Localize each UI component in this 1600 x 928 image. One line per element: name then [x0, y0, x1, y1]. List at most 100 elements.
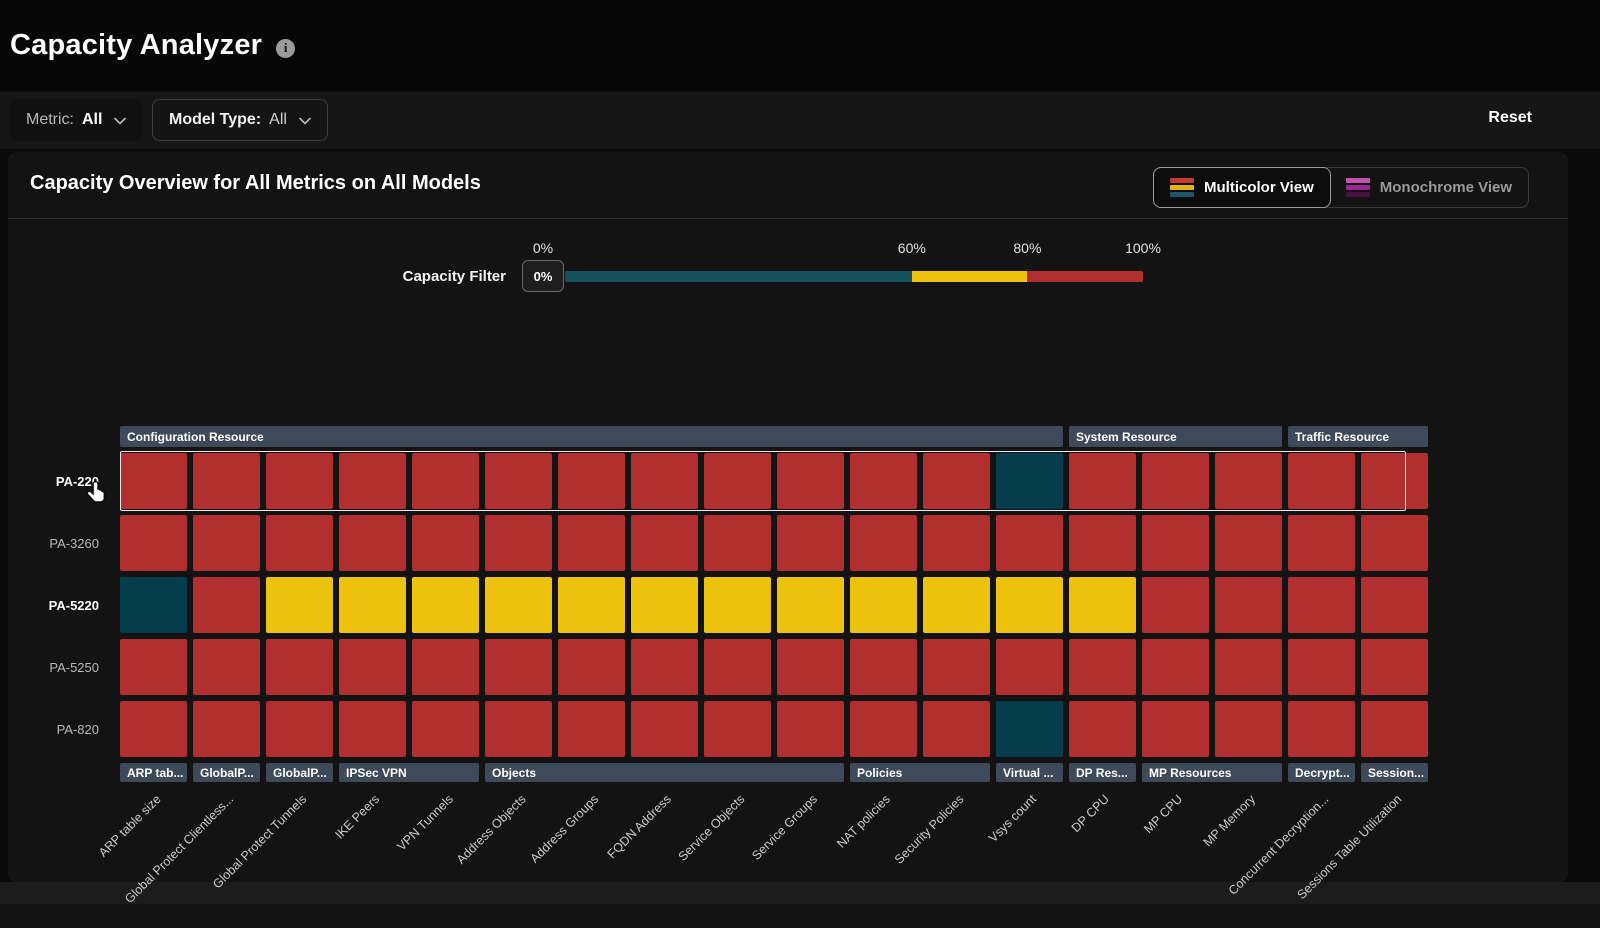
heatmap-cell[interactable]	[266, 577, 333, 633]
heatmap-cell[interactable]	[412, 639, 479, 695]
heatmap-cell[interactable]	[777, 577, 844, 633]
heatmap-cell[interactable]	[266, 639, 333, 695]
heatmap-cell[interactable]	[485, 701, 552, 757]
heatmap-cell[interactable]	[631, 453, 698, 509]
heatmap-cell[interactable]	[558, 515, 625, 571]
heatmap-cell[interactable]	[996, 639, 1063, 695]
heatmap-cell[interactable]	[923, 701, 990, 757]
row-label-pa-820[interactable]: PA-820	[31, 701, 114, 757]
heatmap-cell[interactable]	[120, 577, 187, 633]
heatmap-cell[interactable]	[1215, 701, 1282, 757]
heatmap-cell[interactable]	[339, 639, 406, 695]
heatmap-cell[interactable]	[339, 515, 406, 571]
model-type-dropdown[interactable]: Model Type: All	[152, 99, 328, 141]
heatmap-cell[interactable]	[120, 515, 187, 571]
heatmap-cell[interactable]	[266, 453, 333, 509]
heatmap-cell[interactable]	[339, 453, 406, 509]
heatmap-cell[interactable]	[923, 639, 990, 695]
heatmap-cell[interactable]	[1361, 701, 1428, 757]
heatmap-cell[interactable]	[850, 515, 917, 571]
heatmap-cell[interactable]	[558, 453, 625, 509]
heatmap-cell[interactable]	[412, 701, 479, 757]
heatmap-cell[interactable]	[1215, 453, 1282, 509]
heatmap-cell[interactable]	[1142, 515, 1209, 571]
heatmap-cell[interactable]	[1288, 701, 1355, 757]
heatmap-cell[interactable]	[1069, 701, 1136, 757]
heatmap-cell[interactable]	[1361, 453, 1428, 509]
heatmap-cell[interactable]	[704, 515, 771, 571]
heatmap-cell[interactable]	[558, 701, 625, 757]
heatmap-cell[interactable]	[193, 701, 260, 757]
heatmap-cell[interactable]	[631, 577, 698, 633]
heatmap-cell[interactable]	[120, 453, 187, 509]
heatmap-cell[interactable]	[850, 453, 917, 509]
row-label-pa-5220[interactable]: PA-5220	[31, 577, 114, 633]
heatmap-cell[interactable]	[1142, 577, 1209, 633]
heatmap-cell[interactable]	[1288, 577, 1355, 633]
heatmap-cell[interactable]	[704, 639, 771, 695]
info-icon[interactable]: i	[276, 39, 295, 58]
heatmap-cell[interactable]	[339, 701, 406, 757]
heatmap-cell[interactable]	[996, 453, 1063, 509]
heatmap-cell[interactable]	[996, 515, 1063, 571]
heatmap-cell[interactable]	[412, 453, 479, 509]
row-label-pa-5250[interactable]: PA-5250	[31, 639, 114, 695]
heatmap-cell[interactable]	[1215, 577, 1282, 633]
heatmap-cell[interactable]	[1069, 515, 1136, 571]
heatmap-cell[interactable]	[777, 701, 844, 757]
heatmap-cell[interactable]	[485, 453, 552, 509]
heatmap-cell[interactable]	[1361, 639, 1428, 695]
slider-track[interactable]	[565, 271, 1143, 282]
heatmap-cell[interactable]	[1215, 515, 1282, 571]
heatmap-cell[interactable]	[1288, 453, 1355, 509]
heatmap-cell[interactable]	[1142, 701, 1209, 757]
heatmap-cell[interactable]	[996, 577, 1063, 633]
heatmap-cell[interactable]	[1361, 515, 1428, 571]
heatmap-cell[interactable]	[631, 639, 698, 695]
heatmap-cell[interactable]	[558, 639, 625, 695]
heatmap-cell[interactable]	[485, 515, 552, 571]
heatmap-cell[interactable]	[777, 639, 844, 695]
heatmap-cell[interactable]	[1069, 453, 1136, 509]
heatmap-cell[interactable]	[266, 701, 333, 757]
heatmap-cell[interactable]	[485, 577, 552, 633]
heatmap-cell[interactable]	[850, 701, 917, 757]
heatmap-cell[interactable]	[631, 515, 698, 571]
heatmap-cell[interactable]	[777, 515, 844, 571]
heatmap-cell[interactable]	[193, 515, 260, 571]
monochrome-view-button[interactable]: Monochrome View	[1330, 168, 1528, 207]
heatmap-cell[interactable]	[1142, 639, 1209, 695]
heatmap-cell[interactable]	[193, 577, 260, 633]
heatmap-cell[interactable]	[120, 701, 187, 757]
heatmap-cell[interactable]	[631, 701, 698, 757]
heatmap-cell[interactable]	[1215, 639, 1282, 695]
heatmap-cell[interactable]	[1288, 639, 1355, 695]
heatmap-cell[interactable]	[923, 577, 990, 633]
heatmap-cell[interactable]	[923, 453, 990, 509]
heatmap-cell[interactable]	[266, 515, 333, 571]
multicolor-view-button[interactable]: Multicolor View	[1153, 167, 1331, 208]
heatmap-cell[interactable]	[1069, 639, 1136, 695]
heatmap-cell[interactable]	[120, 639, 187, 695]
heatmap-cell[interactable]	[996, 701, 1063, 757]
heatmap-cell[interactable]	[1288, 515, 1355, 571]
reset-button[interactable]: Reset	[1488, 109, 1532, 127]
heatmap-cell[interactable]	[193, 639, 260, 695]
heatmap-cell[interactable]	[704, 701, 771, 757]
heatmap-cell[interactable]	[850, 577, 917, 633]
metric-dropdown[interactable]: Metric: All	[10, 99, 142, 141]
heatmap-cell[interactable]	[558, 577, 625, 633]
row-label-pa-3260[interactable]: PA-3260	[31, 515, 114, 571]
heatmap-cell[interactable]	[1361, 577, 1428, 633]
heatmap-cell[interactable]	[485, 639, 552, 695]
heatmap-cell[interactable]	[339, 577, 406, 633]
heatmap-cell[interactable]	[412, 577, 479, 633]
heatmap-cell[interactable]	[1069, 577, 1136, 633]
heatmap-cell[interactable]	[923, 515, 990, 571]
heatmap-cell[interactable]	[412, 515, 479, 571]
heatmap-cell[interactable]	[704, 453, 771, 509]
heatmap-cell[interactable]	[1142, 453, 1209, 509]
heatmap-cell[interactable]	[777, 453, 844, 509]
heatmap-cell[interactable]	[193, 453, 260, 509]
heatmap-cell[interactable]	[704, 577, 771, 633]
